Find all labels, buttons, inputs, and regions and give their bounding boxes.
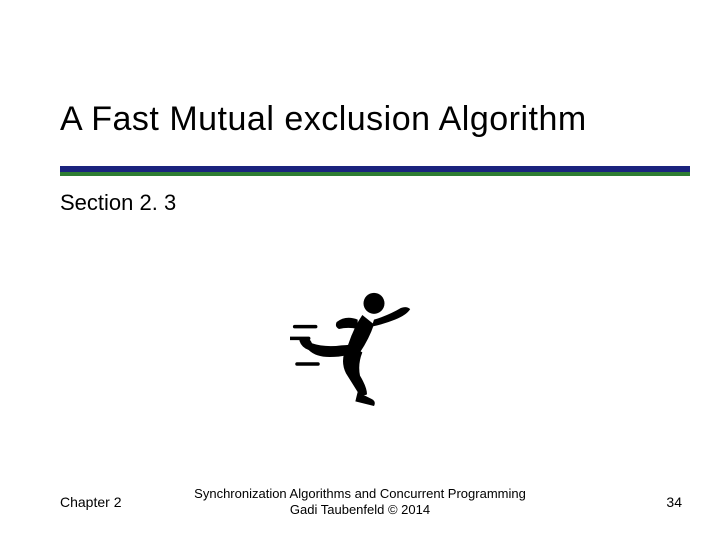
footer-attribution: Synchronization Algorithms and Concurren… [194,486,526,519]
footer-chapter: Chapter 2 [60,494,121,510]
section-label: Section 2. 3 [60,190,176,216]
slide-title: A Fast Mutual exclusion Algorithm [60,100,680,139]
footer-author-copyright: Gadi Taubenfeld © 2014 [194,502,526,518]
title-underline [60,166,690,176]
slide: A Fast Mutual exclusion Algorithm Sectio… [0,0,720,540]
rule-bottom [60,172,690,176]
runner-icon [290,280,430,420]
footer-book-title: Synchronization Algorithms and Concurren… [194,486,526,502]
page-number: 34 [666,494,682,510]
